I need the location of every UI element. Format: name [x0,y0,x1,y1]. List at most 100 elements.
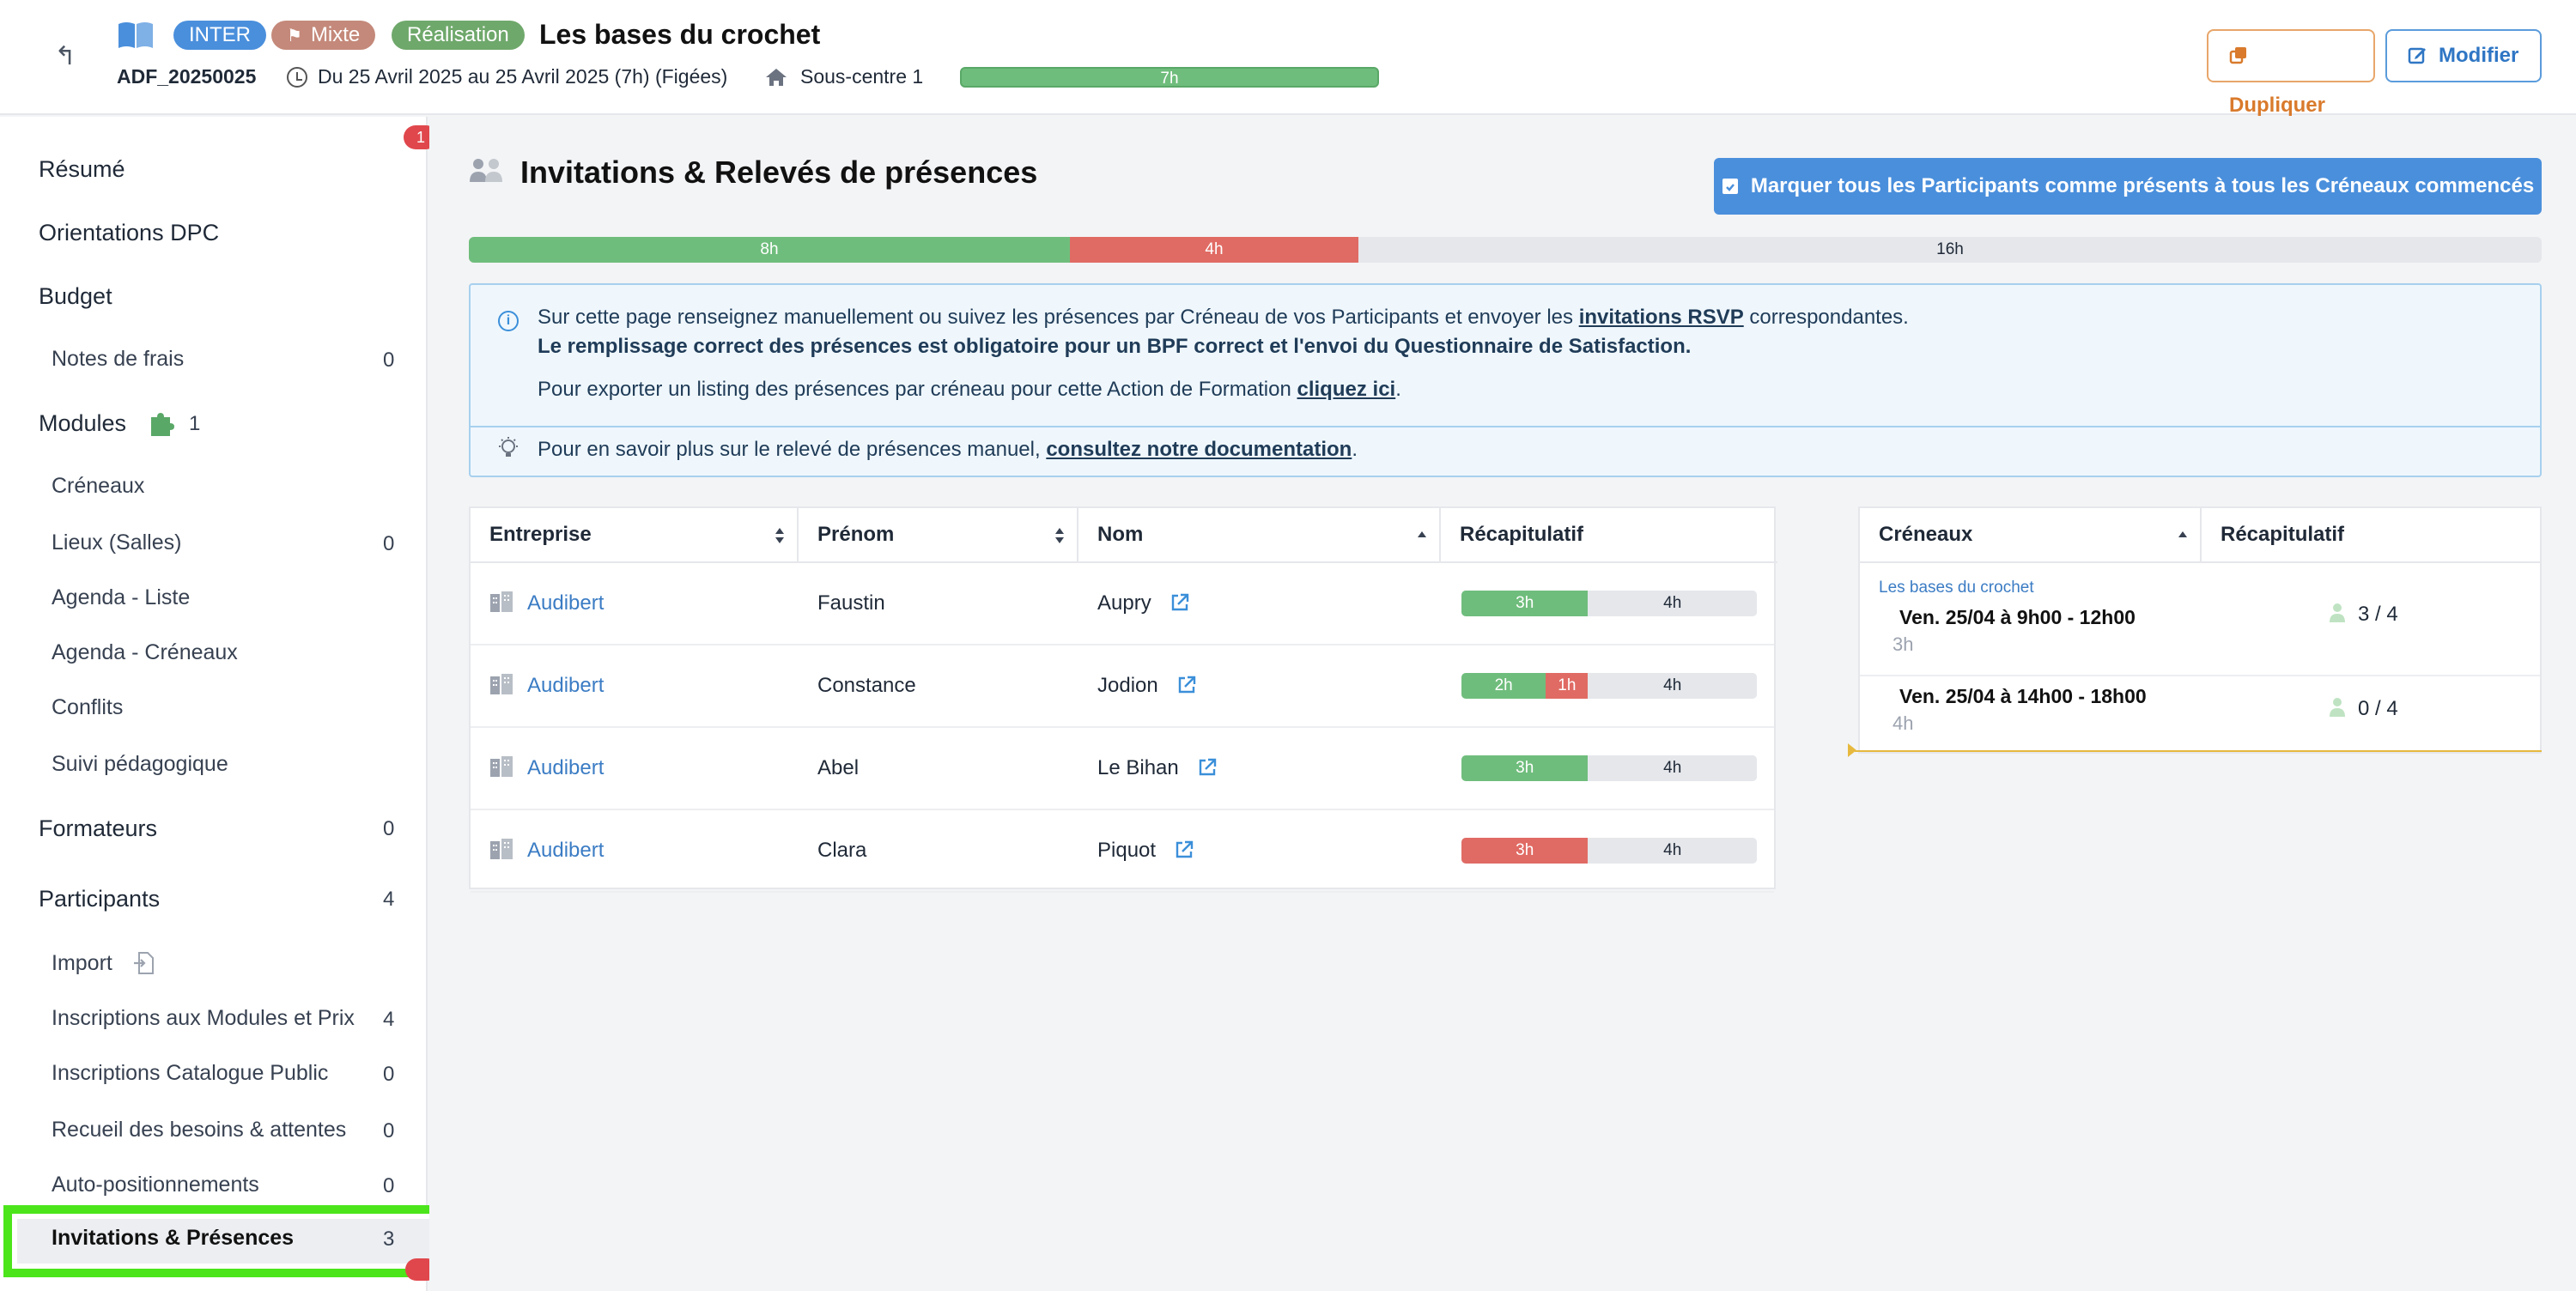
creneaux-table: Créneaux Récapitulatif Les bases du croc… [1858,506,2542,754]
info-panel: i Sur cette page renseignez manuellement… [469,283,2542,477]
company-link[interactable]: Audibert [489,646,604,726]
modify-button[interactable]: Modifier [2385,29,2542,82]
sidebar-item-orientations[interactable]: Orientations DPC [39,220,466,246]
sidebar-item-resume[interactable]: Résumé [39,156,466,183]
external-link-icon[interactable] [1177,676,1196,694]
external-link-icon[interactable] [1175,840,1194,859]
sidebar-item-agenda-liste[interactable]: Agenda - Liste [52,585,479,610]
sidebar-item-participants[interactable]: Participants [39,886,466,912]
sidebar-item-recueil[interactable]: Recueil des besoins & attentes [52,1118,479,1143]
info-line-3: Pour exporter un listing des présences p… [538,378,1401,402]
creneau-separator [1860,675,2540,676]
building-icon [490,674,513,694]
column-header-creneaux[interactable]: Créneaux [1860,508,2202,563]
sort-icon[interactable] [1054,527,1065,544]
column-header-entreprise[interactable]: Entreprise [471,508,799,563]
participant-firstname: Clara [817,839,867,862]
sort-asc-icon[interactable] [1417,527,1427,544]
current-time-line [1855,750,2542,752]
table-row: Audibert Faustin Aupry 3h 4h [471,563,1774,646]
person-icon [2330,698,2345,717]
creneau-attendance-count: 3 / 4 [2358,603,2398,626]
creneau-title[interactable]: Ven. 25/04 à 9h00 - 12h00 [1899,606,2136,629]
sidebar-count-inscriptions-modules: 4 [383,1008,395,1031]
sidebar-item-inscriptions-modules[interactable]: Inscriptions aux Modules et Prix [52,1006,479,1031]
company-link[interactable]: Audibert [489,728,604,809]
building-icon [490,756,513,777]
sidebar-item-conflits[interactable]: Conflits [52,695,479,720]
remaining-segment: 4h [1588,591,1757,616]
column-header-creneaux-label: Créneaux [1879,523,1973,546]
info-line-1: Sur cette page renseignez manuellement o… [538,306,1909,330]
mark-all-present-button[interactable]: Marquer tous les Participants comme prés… [1714,158,2542,215]
external-link-icon[interactable] [1170,593,1189,612]
edit-icon [2408,47,2426,64]
type-badge: INTER [173,21,266,50]
creneau-title[interactable]: Ven. 25/04 à 14h00 - 18h00 [1899,685,2147,708]
participant-firstname: Faustin [817,591,885,615]
creneau-attendance-count: 0 / 4 [2358,697,2398,720]
sidebar-count-modules: 1 [189,412,201,435]
sidebar-item-lieux[interactable]: Lieux (Salles) [52,530,479,555]
sidebar-item-notes[interactable]: Notes de frais [52,347,479,372]
page-title: Les bases du crochet [539,19,821,50]
sidebar-item-budget[interactable]: Budget [39,283,466,310]
sidebar-item-import[interactable]: Import [52,951,479,976]
absent-segment: 4h [1070,237,1358,263]
participant-lastname-cell: Le Bihan [1097,728,1217,809]
sidebar-item-auto[interactable]: Auto-positionnements [52,1173,479,1197]
present-segment: 2h [1461,673,1546,699]
participant-firstname: Constance [817,674,916,697]
sidebar-count-participants: 4 [383,888,395,911]
action-dates: Du 25 Avril 2025 au 25 Avril 2025 (7h) (… [318,65,728,88]
info-line-1-text: Sur cette page renseignez manuellement o… [538,306,1579,329]
export-link[interactable]: cliquez ici [1297,378,1396,401]
column-header-prenom-label: Prénom [817,523,895,546]
company-name: Audibert [527,756,605,779]
sidebar-item-invitations[interactable]: Invitations & Présences [52,1226,294,1251]
sidebar-item-agenda-creneaux[interactable]: Agenda - Créneaux [52,640,479,665]
column-header-prenom[interactable]: Prénom [799,508,1078,563]
external-link-icon[interactable] [1198,758,1217,777]
import-icon [134,952,154,974]
sidebar-count-formateurs: 0 [383,817,395,840]
back-arrow-icon[interactable]: ↰ [50,41,81,72]
participant-lastname: Piquot [1097,839,1157,862]
sort-icon[interactable] [775,527,785,544]
participant-lastname: Le Bihan [1097,756,1179,779]
rsvp-link[interactable]: invitations RSVP [1579,306,1744,329]
absent-segment: 1h [1546,673,1589,699]
column-header-entreprise-label: Entreprise [489,523,592,546]
company-link[interactable]: Audibert [489,563,604,644]
documentation-link[interactable]: consultez notre documentation [1046,438,1352,461]
sort-asc-icon[interactable] [2178,527,2188,544]
participant-attendance-bar: 2h 1h 4h [1461,673,1757,699]
sidebar-count-lieux: 0 [383,532,395,555]
column-header-nom-label: Nom [1097,523,1144,546]
column-header-recap: Récapitulatif [1441,508,1777,563]
remaining-segment: 4h [1588,673,1757,699]
column-header-nom[interactable]: Nom [1078,508,1441,563]
action-reference: ADF_20250025 [117,65,257,88]
sidebar-item-creneaux[interactable]: Créneaux [52,474,479,499]
company-link[interactable]: Audibert [489,810,604,891]
sidebar-item-invitations-active[interactable]: Invitations & Présences 3 [3,1205,447,1277]
duplicate-button[interactable]: Dupliquer [2207,29,2375,117]
creneau-attendance: 3 / 4 [2329,603,2398,627]
remaining-segment: 16h [1358,237,2542,263]
info-line-2: Le remplissage correct des présences est… [538,335,1692,358]
sidebar-item-modules[interactable]: Modules [39,410,466,437]
building-icon [490,591,513,612]
sidebar-item-inscriptions-catalogue[interactable]: Inscriptions Catalogue Public [52,1061,479,1086]
duplicate-label: Dupliquer [2229,94,2325,117]
sidebar-item-formateurs[interactable]: Formateurs [39,815,466,842]
participant-firstname: Abel [817,756,860,779]
person-icon [2330,603,2345,622]
sidebar-count-auto: 0 [383,1174,395,1197]
absent-segment: 3h [1461,838,1589,864]
creneau-group-label[interactable]: Les bases du crochet [1879,579,2034,597]
calendar-check-icon [1722,179,1738,194]
participant-lastname-cell: Jodion [1097,646,1196,726]
sidebar-item-suivi[interactable]: Suivi pédagogique [52,752,479,777]
duration-progress-bar: 7h [960,67,1379,88]
